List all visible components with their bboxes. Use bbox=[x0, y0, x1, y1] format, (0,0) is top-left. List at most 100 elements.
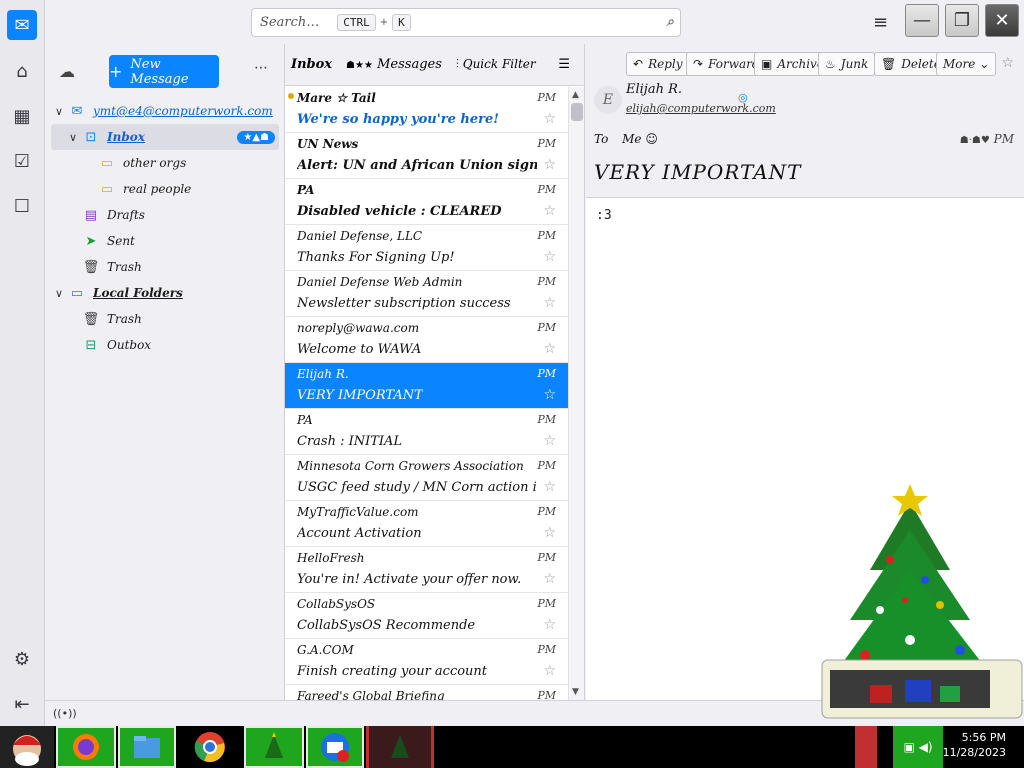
tray-flag-icon[interactable] bbox=[855, 726, 877, 768]
to-value[interactable]: Me bbox=[622, 132, 641, 146]
message-row[interactable]: MyTrafficValue.com PM Account Activation ☆ bbox=[285, 501, 568, 547]
message-row[interactable]: Daniel Defense, LLC PM Thanks For Signing … bbox=[285, 225, 568, 271]
message-list-scrollbar[interactable]: ▲ ▼ bbox=[568, 87, 584, 700]
folder-pane: ☁ + New Message ⋯ ∨ ✉ ymt@e4@computerwor… bbox=[45, 44, 285, 700]
account-row[interactable]: ∨ ✉ ymt@e4@computerwork.com bbox=[51, 98, 279, 124]
star-icon[interactable]: ☆ bbox=[543, 617, 556, 633]
search-placeholder: Search… bbox=[260, 15, 320, 30]
more-options-icon[interactable]: ⋯ bbox=[254, 60, 268, 76]
star-icon[interactable]: ☆ bbox=[543, 295, 556, 311]
folder-local-trash[interactable]: 🗑 Trash bbox=[51, 306, 279, 332]
collapse-icon[interactable]: ⇤ bbox=[7, 689, 37, 719]
star-icon[interactable]: ☆ bbox=[543, 249, 556, 265]
star-icon[interactable]: ☆ bbox=[543, 387, 556, 403]
message-time: PM bbox=[537, 551, 556, 564]
archive-icon: ▣ bbox=[761, 57, 773, 71]
close-button[interactable]: ✕ bbox=[985, 4, 1019, 37]
folder-trash[interactable]: 🗑 Trash bbox=[51, 254, 279, 280]
address-book-icon[interactable]: ⌂ bbox=[7, 56, 37, 86]
firefox-icon[interactable] bbox=[56, 726, 116, 768]
mail-icon[interactable]: ✉ bbox=[7, 10, 37, 40]
message-row[interactable]: UN News PM Alert: UN and African Union sig… bbox=[285, 133, 568, 179]
message-subject: Disabled vehicle : CLEARED bbox=[297, 204, 502, 219]
folder-outbox[interactable]: ⊟ Outbox bbox=[51, 332, 279, 358]
star-icon[interactable]: ☆ bbox=[543, 479, 556, 495]
message-row[interactable]: Elijah R. PM VERY IMPORTANT ☆ bbox=[285, 363, 568, 409]
sender-address[interactable]: elijah@computerwork.com bbox=[626, 102, 776, 115]
app-menu-icon[interactable]: ≡ bbox=[873, 12, 888, 33]
shortcut-key-ctrl: CTRL bbox=[337, 14, 376, 31]
settings-icon[interactable]: ⚙ bbox=[7, 644, 37, 674]
message-time: PM bbox=[537, 459, 556, 472]
message-row[interactable]: PA PM Crash : INITIAL ☆ bbox=[285, 409, 568, 455]
chevron-down-icon: ⌄ bbox=[979, 57, 990, 71]
tree-widget-task-icon[interactable] bbox=[366, 726, 434, 768]
chevron-down-icon[interactable]: ∨ bbox=[51, 105, 67, 118]
add-contact-icon[interactable]: ◎ bbox=[738, 91, 748, 104]
message-row[interactable]: Daniel Defense Web Admin PM Newsletter sub… bbox=[285, 271, 568, 317]
chat-icon[interactable]: ☐ bbox=[7, 191, 37, 221]
folder-real-people[interactable]: ▭ real people bbox=[51, 176, 279, 202]
message-subject: Thanks For Signing Up! bbox=[297, 250, 455, 265]
quick-filter-button[interactable]: ⫶ Quick Filter bbox=[456, 57, 536, 72]
star-icon[interactable]: ☆ bbox=[543, 433, 556, 449]
chevron-down-icon[interactable]: ∨ bbox=[51, 287, 67, 300]
star-icon[interactable]: ☆ bbox=[543, 525, 556, 541]
message-subject: Newsletter subscription success bbox=[297, 296, 511, 311]
file-manager-icon[interactable] bbox=[118, 726, 176, 768]
system-clock[interactable]: 5:56 PM 11/28/2023 bbox=[943, 730, 1006, 760]
account-mail-icon: ✉ bbox=[71, 103, 83, 119]
star-icon[interactable]: ☆ bbox=[543, 341, 556, 357]
message-row[interactable]: HelloFresh PM You're in! Activate your off… bbox=[285, 547, 568, 593]
star-icon[interactable]: ☆ bbox=[1001, 55, 1014, 71]
display-options-icon[interactable]: ☰ bbox=[558, 57, 570, 72]
to-label: To bbox=[594, 132, 609, 146]
sender-name[interactable]: Elijah R. bbox=[626, 82, 682, 97]
message-sender: G.A.COM bbox=[297, 643, 354, 657]
plus-separator: + bbox=[379, 17, 389, 28]
tasks-icon[interactable]: ☑ bbox=[7, 146, 37, 176]
folder-inbox[interactable]: ∨ ⊡ Inbox ★▲☗ bbox=[51, 124, 279, 150]
star-icon[interactable]: ☆ bbox=[543, 663, 556, 679]
start-santa-icon[interactable] bbox=[0, 726, 54, 768]
star-icon[interactable]: ☆ bbox=[543, 571, 556, 587]
message-row[interactable]: Minnesota Corn Growers Association PM USGC… bbox=[285, 455, 568, 501]
chrome-icon[interactable] bbox=[180, 726, 240, 768]
message-row[interactable]: PA PM Disabled vehicle : CLEARED ☆ bbox=[285, 179, 568, 225]
folder-label: real people bbox=[123, 182, 192, 196]
star-icon[interactable]: ☆ bbox=[543, 203, 556, 219]
folder-sent[interactable]: ➤ Sent bbox=[51, 228, 279, 254]
folder-drafts[interactable]: ▤ Drafts bbox=[51, 202, 279, 228]
tree-app-icon[interactable] bbox=[244, 726, 304, 768]
message-row[interactable]: Mare ☆ Tail PM We're so happy you're here!… bbox=[285, 87, 568, 133]
reply-icon: ↶ bbox=[633, 57, 644, 71]
scroll-thumb[interactable] bbox=[571, 103, 583, 121]
message-row[interactable]: noreply@wawa.com PM Welcome to WAWA ☆ bbox=[285, 317, 568, 363]
star-icon[interactable]: ☆ bbox=[543, 111, 556, 127]
chevron-down-icon[interactable]: ∨ bbox=[65, 131, 81, 144]
message-subject: VERY IMPORTANT bbox=[297, 388, 423, 403]
get-messages-icon[interactable]: ☁ bbox=[59, 62, 75, 81]
connection-status-icon[interactable]: ((•)) bbox=[53, 707, 77, 720]
tray-status-icons[interactable]: ▣ ◀) bbox=[893, 726, 943, 768]
search-input[interactable]: Search… CTRL + K ⌕ bbox=[251, 8, 681, 37]
minimize-button[interactable]: — bbox=[905, 4, 939, 37]
scroll-up-icon[interactable]: ▲ bbox=[572, 90, 579, 100]
message-row[interactable]: G.A.COM PM Finish creating your account ☆ bbox=[285, 639, 568, 685]
scroll-down-icon[interactable]: ▼ bbox=[572, 687, 579, 697]
search-icon[interactable]: ⌕ bbox=[666, 14, 674, 30]
new-message-button[interactable]: + New Message bbox=[109, 55, 219, 88]
calendar-icon[interactable]: ▦ bbox=[7, 101, 37, 131]
message-row[interactable]: CollabSysOS PM CollabSysOS Recommende ☆ bbox=[285, 593, 568, 639]
message-sender: Elijah R. bbox=[297, 367, 349, 381]
thunderbird-icon[interactable] bbox=[306, 726, 364, 768]
reply-button[interactable]: ↶ Reply bbox=[626, 52, 690, 76]
junk-button[interactable]: ♨ Junk bbox=[818, 52, 876, 76]
star-icon[interactable]: ☆ bbox=[543, 157, 556, 173]
message-time: PM bbox=[537, 643, 556, 656]
folder-other-orgs[interactable]: ▭ other orgs bbox=[51, 150, 279, 176]
more-button[interactable]: More ⌄ bbox=[936, 52, 997, 76]
message-row[interactable]: Fareed's Global BriefingPM☆ bbox=[285, 685, 568, 700]
maximize-button[interactable]: ❐ bbox=[945, 4, 979, 37]
local-folders-row[interactable]: ∨ ▭ Local Folders bbox=[51, 280, 279, 306]
